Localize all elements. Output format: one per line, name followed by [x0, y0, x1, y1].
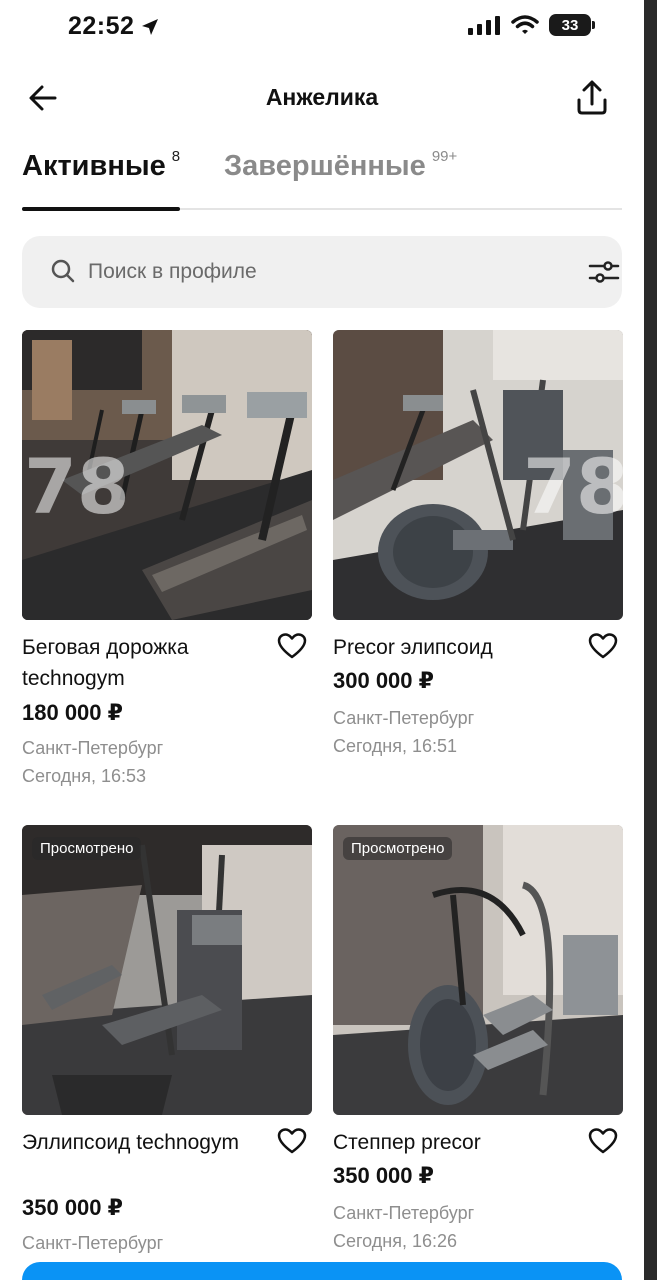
watermark-text: 78	[24, 442, 130, 531]
listing-photo[interactable]: Просмотрено	[22, 825, 312, 1115]
filter-button[interactable]	[588, 258, 620, 286]
listing-card[interactable]: Просмотрено Эллипсоид technogym 350 000 …	[22, 825, 312, 1265]
heart-icon	[277, 633, 307, 659]
tab-label: Завершённые	[224, 150, 426, 182]
listing-price: 350 000 ₽	[333, 1163, 434, 1188]
favorite-button[interactable]	[277, 1127, 311, 1159]
search-bar	[22, 236, 622, 308]
heart-icon	[588, 633, 618, 659]
listing-city: Санкт-Петербург	[22, 1233, 164, 1253]
listing-card[interactable]: 78 Беговая дорожка technogym 180 000 ₽ С…	[22, 330, 312, 800]
clock-text: 22:52	[68, 12, 135, 40]
watermark-text: 78	[523, 442, 623, 531]
listing-photo[interactable]: Просмотрено	[333, 825, 623, 1115]
stepper-photo	[333, 825, 623, 1115]
nav-bar: Анжелика	[0, 70, 644, 126]
tab-completed[interactable]: Завершённые 99+	[224, 144, 457, 188]
battery-icon: 33	[549, 14, 595, 36]
favorite-button[interactable]	[277, 632, 311, 664]
favorite-button[interactable]	[588, 1127, 622, 1159]
listing-title[interactable]: Эллипсоид technogym	[22, 1127, 272, 1158]
tab-active[interactable]: Активные 8	[22, 144, 180, 188]
listing-date: Сегодня, 16:53	[22, 766, 147, 786]
listing-city: Санкт-Петербург	[22, 738, 164, 758]
listing-photo[interactable]: 78	[333, 330, 623, 620]
share-button[interactable]	[574, 78, 610, 118]
status-time: 22:52	[68, 12, 160, 41]
listing-date: Сегодня, 16:51	[333, 736, 458, 756]
listing-photo[interactable]: 78	[22, 330, 312, 620]
listing-price: 350 000 ₽	[22, 1195, 123, 1220]
viewed-badge: Просмотрено	[32, 837, 142, 860]
screen-edge	[644, 0, 657, 1280]
heart-icon	[277, 1128, 307, 1154]
listing-title[interactable]: Степпер precor	[333, 1127, 583, 1158]
tab-count: 8	[171, 148, 181, 165]
status-indicators: 33	[467, 14, 595, 36]
wifi-icon	[511, 15, 539, 34]
listing-price: 300 000 ₽	[333, 668, 434, 693]
bottom-action-button[interactable]	[22, 1262, 622, 1280]
listing-price: 180 000 ₽	[22, 700, 123, 725]
elliptical-trainer-photo	[22, 825, 312, 1115]
favorite-button[interactable]	[588, 632, 622, 664]
battery-level: 33	[561, 16, 579, 34]
heart-icon	[588, 1128, 618, 1154]
tabs: Активные 8 Завершённые 99+	[22, 144, 622, 211]
share-upload-icon	[577, 80, 607, 115]
tab-label: Активные	[22, 150, 166, 182]
page-title: Анжелика	[265, 84, 379, 110]
listing-card[interactable]: Просмотрено Степпер precor 350 000 ₽ Сан…	[333, 825, 623, 1255]
search-icon	[51, 259, 75, 283]
cellular-signal-icon	[468, 16, 500, 35]
listing-card[interactable]: 78 Precor элипсоид 300 000 ₽ Санкт-Петер…	[333, 330, 623, 770]
listing-title[interactable]: Precor элипсоид	[333, 632, 583, 663]
search-input[interactable]	[88, 236, 548, 308]
listing-city: Санкт-Петербург	[333, 1203, 475, 1223]
status-bar: 22:52 33	[0, 0, 657, 56]
listing-city: Санкт-Петербург	[333, 708, 475, 728]
tab-count: 99+	[431, 148, 458, 165]
location-arrow-icon	[142, 18, 159, 35]
listing-title[interactable]: Беговая дорожка technogym	[22, 632, 272, 694]
filter-sliders-icon	[588, 261, 620, 283]
tab-indicator	[22, 207, 180, 211]
viewed-badge: Просмотрено	[343, 837, 453, 860]
listing-date: Сегодня, 16:26	[333, 1231, 458, 1251]
